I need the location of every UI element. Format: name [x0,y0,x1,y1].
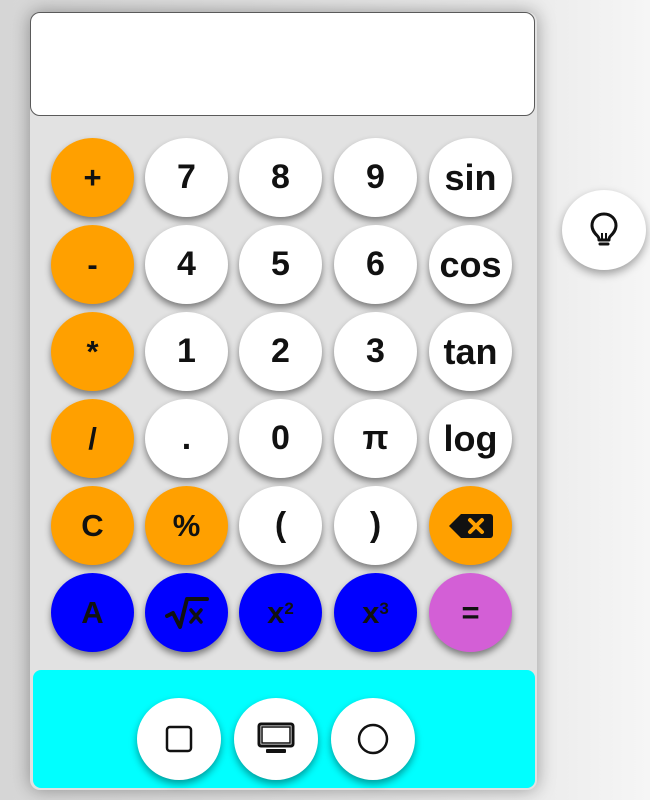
two-button[interactable]: 2 [239,312,322,391]
close-paren-button[interactable]: ) [334,486,417,565]
footer-bar [33,670,535,788]
plus-button[interactable]: + [51,138,134,217]
minus-button[interactable]: - [51,225,134,304]
one-button[interactable]: 1 [145,312,228,391]
square-button[interactable]: x2 [239,573,322,652]
sqrt-button[interactable] [145,573,228,652]
six-button[interactable]: 6 [334,225,417,304]
sin-button[interactable]: sin [429,138,512,217]
cube-base: x [362,594,380,630]
zero-button[interactable]: 0 [239,399,322,478]
nine-button[interactable]: 9 [334,138,417,217]
answer-button[interactable]: A [51,573,134,652]
three-button[interactable]: 3 [334,312,417,391]
divide-button[interactable]: / [51,399,134,478]
open-paren-button[interactable]: ( [239,486,322,565]
cube-exponent: 3 [379,598,389,618]
tan-button[interactable]: tan [429,312,512,391]
circle-shape-button[interactable] [331,698,415,780]
equals-button[interactable]: = [429,573,512,652]
log-button[interactable]: log [429,399,512,478]
lightbulb-icon [589,211,619,249]
square-shape-button[interactable] [137,698,221,780]
square-base: x [267,594,285,630]
square-exponent: 2 [284,598,294,618]
backspace-button[interactable] [429,486,512,565]
calculator: + 7 8 9 sin - 4 5 6 cos * 1 2 3 tan / . … [30,12,537,790]
square-icon [165,725,193,753]
sqrt-icon [164,596,209,630]
cos-button[interactable]: cos [429,225,512,304]
four-button[interactable]: 4 [145,225,228,304]
eight-button[interactable]: 8 [239,138,322,217]
decimal-button[interactable]: . [145,399,228,478]
monitor-button[interactable] [234,698,318,780]
percent-button[interactable]: % [145,486,228,565]
hint-button[interactable] [562,190,646,270]
display-input[interactable] [30,12,535,116]
circle-icon [356,722,390,756]
monitor-icon [257,722,295,756]
backspace-icon [448,513,494,539]
cube-button[interactable]: x3 [334,573,417,652]
multiply-button[interactable]: * [51,312,134,391]
clear-button[interactable]: C [51,486,134,565]
five-button[interactable]: 5 [239,225,322,304]
seven-button[interactable]: 7 [145,138,228,217]
pi-button[interactable]: π [334,399,417,478]
